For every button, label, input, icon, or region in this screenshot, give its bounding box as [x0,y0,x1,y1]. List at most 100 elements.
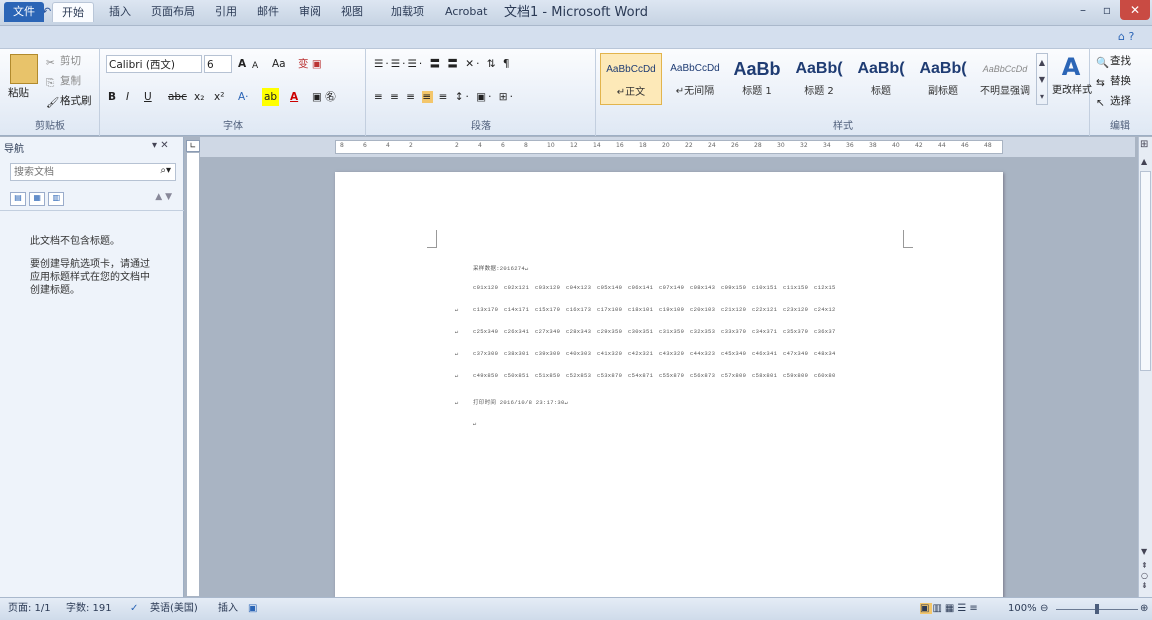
tab-insert[interactable]: 插入 [100,2,140,22]
tab-stop-icon[interactable]: ∟ [186,140,200,152]
maximize-button[interactable]: ▫ [1096,0,1118,20]
tab-addins[interactable]: 加载项 [382,2,433,22]
format-painter-button[interactable]: 🖌格式刷 [46,92,92,110]
doc-cell: c37x300 [473,350,499,357]
replace-button[interactable]: ⇆ 替换 [1096,72,1131,90]
doc-cell: c44x323 [690,350,716,357]
align-buttons[interactable]: ≡ ≡ ≡ ≡ ≡ ↕· ▣· ⊞· [374,88,515,106]
find-button[interactable]: 🔍查找 [1096,52,1131,70]
results-view-icon[interactable]: ▥ [48,192,65,206]
zoom-level[interactable]: 100% [1008,602,1037,616]
nav-search-box[interactable]: ⌕▾ [10,163,176,181]
strikethrough-button[interactable]: abc [168,88,187,106]
print-layout-icon[interactable]: ▣ [920,603,933,614]
select-button[interactable]: ↖ 选择 [1096,92,1131,110]
style-sample: AaBb( [857,60,905,77]
highlight-icon[interactable]: ab [262,88,280,106]
tab-page-layout[interactable]: 页面布局 [142,2,204,22]
style-heading-2[interactable]: AaBb( 标题 2 [788,53,850,105]
tab-view[interactable]: 视图 [332,2,372,22]
zoom-in-icon[interactable]: ⊕ [1140,602,1148,616]
doc-cell: c58x801 [752,372,778,379]
ruler-tick: 46 [961,142,969,149]
proofing-icon[interactable]: ✓ [130,602,138,616]
help-icon[interactable]: ⌂ ? [1118,30,1134,43]
ruler-tick: 2 [455,142,459,149]
list-buttons[interactable]: ☰·☰·☰· 〓 〓 ✕· ⇅ ¶ [374,55,512,73]
minimize-button[interactable]: – [1072,0,1094,20]
style-name: ↵无间隔 [675,86,715,97]
style-subtitle[interactable]: AaBb( 副标题 [912,53,974,105]
superscript-button[interactable]: x² [214,88,224,106]
doc-cell: c38x301 [504,350,530,357]
browse-object-icon[interactable]: ⇞ ○ ⇟ [1141,561,1148,591]
style-sample: AaBb( [919,60,967,77]
tab-mailings[interactable]: 邮件 [248,2,288,22]
tab-acrobat[interactable]: Acrobat [436,2,496,22]
phonetic-icon[interactable]: 变 ▣ [298,55,322,73]
search-icon[interactable]: ⌕▾ [160,165,171,176]
tab-home[interactable]: 开始 [52,2,94,22]
italic-button[interactable]: I [126,88,129,106]
change-styles-button[interactable]: A 更改样式 [1052,52,1092,100]
scroll-down-icon[interactable]: ▼ [1141,547,1147,556]
nav-search-input[interactable] [11,164,141,180]
underline-button[interactable]: U [144,88,152,106]
style-heading-1[interactable]: AaBb 标题 1 [726,53,788,105]
tab-review[interactable]: 审阅 [290,2,330,22]
doc-cell: c39x309 [535,350,561,357]
doc-cell: c05x140 [597,284,623,291]
nav-empty-title: 此文档不包含标题。 [30,236,120,247]
copy-button[interactable]: ⎘ 复制 [46,72,81,90]
doc-row: ↵ c13x170 c14x171 c15x179 c16x173 c17x100 c18x… [455,306,915,328]
word-count[interactable]: 字数: 191 [66,602,112,616]
styles-scroll-icon[interactable]: ▲ ▼ ▾ [1036,53,1048,105]
macro-icon[interactable]: ▣ [248,602,257,616]
doc-cell: c46x341 [752,350,778,357]
outline-icon[interactable]: ☰ [957,603,969,614]
style-no-spacing[interactable]: AaBbCcDd ↵无间隔 [664,53,726,105]
vertical-scrollbar[interactable]: ⊞ ▲ ▼ ⇞ ○ ⇟ [1138,137,1152,597]
text-effects-icon[interactable]: A· [238,88,249,106]
web-layout-icon[interactable]: ▦ [945,603,957,614]
paste-icon[interactable] [10,54,38,84]
font-color-icon[interactable]: A [290,88,298,106]
tab-file[interactable]: 文件 [4,2,44,22]
style-title[interactable]: AaBb( 标题 [850,53,912,105]
font-name-select[interactable]: Calibri (西文) [106,55,202,73]
pages-view-icon[interactable]: ▦ [29,192,46,206]
grow-font-button[interactable]: A [238,55,246,73]
nav-close-icon[interactable]: ▾ ✕ [152,140,169,151]
style-normal[interactable]: AaBbCcDd ↵正文 [600,53,662,105]
insert-mode[interactable]: 插入 [218,602,238,616]
page-count[interactable]: 页面: 1/1 [8,602,51,616]
scroll-thumb[interactable] [1140,171,1151,371]
zoom-slider-thumb[interactable] [1095,604,1099,614]
full-screen-icon[interactable]: ▥ [932,603,944,614]
font-size-select[interactable]: 6 [204,55,232,73]
horizontal-ruler[interactable]: 8 6 4 2 2 4 6 8 10 12 14 16 18 20 22 24 26 28 30 32 34 36 38 40… [335,140,1003,154]
headings-view-icon[interactable]: ▤ [10,192,26,206]
nav-arrows-icon[interactable]: ▲ ▼ [155,192,172,202]
char-shading-icon[interactable]: ▣ ㊔ [312,88,336,106]
tab-references[interactable]: 引用 [206,2,246,22]
shrink-font-button[interactable]: A [252,57,258,75]
vertical-ruler[interactable] [186,152,200,597]
style-name: 副标题 [928,86,958,97]
scroll-up-icon[interactable]: ▲ [1141,157,1147,166]
paste-button[interactable]: 粘贴 [8,84,29,102]
document-page[interactable]: 采样数据:2016274↵ c01x120 c02x121 c03x129 c04x1… [335,172,1003,612]
change-case-button[interactable]: Aa [272,55,286,73]
cut-button[interactable]: ✂ 剪切 [46,52,81,70]
view-buttons[interactable]: ▣▥▦☰≡ [920,602,981,616]
zoom-out-icon[interactable]: ⊖ [1040,602,1048,616]
doc-cell: c10x151 [752,284,778,291]
ruler-toggle-icon[interactable]: ⊞ [1140,139,1148,150]
close-button[interactable]: ✕ [1120,0,1150,20]
draft-icon[interactable]: ≡ [969,603,980,614]
bold-button[interactable]: B [108,88,116,106]
doc-cell: c11x159 [783,284,809,291]
style-subtle-emphasis[interactable]: AaBbCcDd 不明显强调 [974,53,1036,105]
subscript-button[interactable]: x₂ [194,88,204,106]
language[interactable]: 英语(美国) [150,602,198,616]
